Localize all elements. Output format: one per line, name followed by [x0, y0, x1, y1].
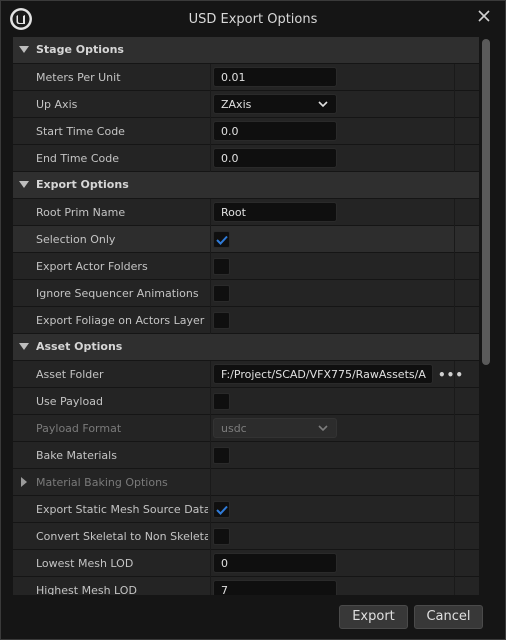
section-label: Export Options — [36, 178, 129, 191]
row-lowest-mesh-lod: Lowest Mesh LOD 0 — [13, 550, 479, 577]
section-label: Asset Options — [36, 340, 123, 353]
bake-materials-label: Bake Materials — [36, 449, 117, 462]
chevron-down-icon — [318, 425, 328, 432]
root-prim-name-label: Root Prim Name — [36, 206, 126, 219]
convert-skeletal-checkbox[interactable] — [213, 528, 230, 545]
chevron-down-icon — [318, 101, 328, 108]
root-prim-name-input[interactable]: Root — [213, 202, 337, 222]
collapse-arrow-icon[interactable] — [19, 46, 29, 53]
payload-format-label: Payload Format — [36, 422, 122, 435]
row-up-axis: Up Axis ZAxis — [13, 91, 479, 118]
highest-mesh-lod-label: Highest Mesh LOD — [36, 584, 137, 595]
row-bake-materials: Bake Materials — [13, 442, 479, 469]
ignore-sequencer-animations-checkbox[interactable] — [213, 285, 230, 302]
row-export-foliage: Export Foliage on Actors Layer — [13, 307, 479, 334]
title-bar: USD Export Options — [1, 1, 505, 37]
selection-only-label: Selection Only — [36, 233, 116, 246]
expand-arrow-icon[interactable] — [21, 477, 27, 487]
ignore-sequencer-animations-label: Ignore Sequencer Animations — [36, 287, 199, 300]
row-highest-mesh-lod: Highest Mesh LOD 7 — [13, 577, 479, 595]
browse-ellipsis-button[interactable]: ••• — [438, 368, 464, 382]
section-asset-options[interactable]: Asset Options — [13, 334, 479, 361]
row-root-prim-name: Root Prim Name Root — [13, 199, 479, 226]
up-axis-label: Up Axis — [36, 98, 78, 111]
row-asset-folder: Asset Folder F:/Project/SCAD/VFX775/RawA… — [13, 361, 479, 388]
export-foliage-label: Export Foliage on Actors Layer — [36, 314, 205, 327]
row-material-baking-options[interactable]: Material Baking Options — [13, 469, 479, 496]
end-time-code-input[interactable]: 0.0 — [213, 148, 337, 168]
lowest-mesh-lod-input[interactable]: 0 — [213, 553, 337, 573]
row-export-actor-folders: Export Actor Folders — [13, 253, 479, 280]
row-use-payload: Use Payload — [13, 388, 479, 415]
meters-per-unit-input[interactable]: 0.01 — [213, 67, 337, 87]
row-export-static-mesh-source-data: Export Static Mesh Source Data — [13, 496, 479, 523]
end-time-code-label: End Time Code — [36, 152, 119, 165]
row-ignore-sequencer-animations: Ignore Sequencer Animations — [13, 280, 479, 307]
close-button[interactable] — [473, 5, 495, 27]
convert-skeletal-label: Convert Skeletal to Non Skeletal — [36, 530, 208, 543]
section-label: Stage Options — [36, 43, 124, 56]
selection-only-checkbox[interactable] — [213, 231, 230, 248]
lowest-mesh-lod-label: Lowest Mesh LOD — [36, 557, 134, 570]
up-axis-value: ZAxis — [221, 98, 252, 111]
collapse-arrow-icon[interactable] — [19, 343, 29, 350]
checkmark-icon — [216, 505, 228, 515]
row-selection-only: Selection Only — [13, 226, 479, 253]
bake-materials-checkbox[interactable] — [213, 447, 230, 464]
vertical-scrollbar[interactable] — [481, 37, 491, 595]
use-payload-label: Use Payload — [36, 395, 103, 408]
scrollbar-thumb[interactable] — [482, 39, 490, 365]
payload-format-value: usdc — [221, 422, 247, 435]
cancel-button[interactable]: Cancel — [414, 605, 483, 629]
row-start-time-code: Start Time Code 0.0 — [13, 118, 479, 145]
export-foliage-checkbox[interactable] — [213, 312, 230, 329]
export-static-mesh-source-data-label: Export Static Mesh Source Data — [36, 503, 208, 516]
window-title: USD Export Options — [188, 12, 318, 27]
asset-folder-label: Asset Folder — [36, 368, 104, 381]
use-payload-checkbox[interactable] — [213, 393, 230, 410]
details-panel: Stage Options Meters Per Unit 0.01 Up Ax… — [13, 37, 479, 595]
row-convert-skeletal: Convert Skeletal to Non Skeletal — [13, 523, 479, 550]
export-actor-folders-checkbox[interactable] — [213, 258, 230, 275]
close-icon — [478, 10, 490, 22]
collapse-arrow-icon[interactable] — [19, 181, 29, 188]
section-export-options[interactable]: Export Options — [13, 172, 479, 199]
material-baking-options-label: Material Baking Options — [36, 476, 168, 489]
export-actor-folders-label: Export Actor Folders — [36, 260, 148, 273]
payload-format-dropdown: usdc — [213, 418, 337, 438]
row-meters-per-unit: Meters Per Unit 0.01 — [13, 64, 479, 91]
row-payload-format: Payload Format usdc — [13, 415, 479, 442]
highest-mesh-lod-input[interactable]: 7 — [213, 580, 337, 595]
asset-folder-input[interactable]: F:/Project/SCAD/VFX775/RawAssets/A — [213, 364, 433, 384]
start-time-code-label: Start Time Code — [36, 125, 125, 138]
start-time-code-input[interactable]: 0.0 — [213, 121, 337, 141]
up-axis-dropdown[interactable]: ZAxis — [213, 94, 337, 114]
meters-per-unit-label: Meters Per Unit — [36, 71, 121, 84]
usd-export-options-dialog: USD Export Options Stage Options Meters … — [0, 0, 506, 640]
section-stage-options[interactable]: Stage Options — [13, 37, 479, 64]
export-static-mesh-source-data-checkbox[interactable] — [213, 501, 230, 518]
export-button[interactable]: Export — [339, 605, 408, 629]
row-end-time-code: End Time Code 0.0 — [13, 145, 479, 172]
checkmark-icon — [216, 235, 228, 245]
